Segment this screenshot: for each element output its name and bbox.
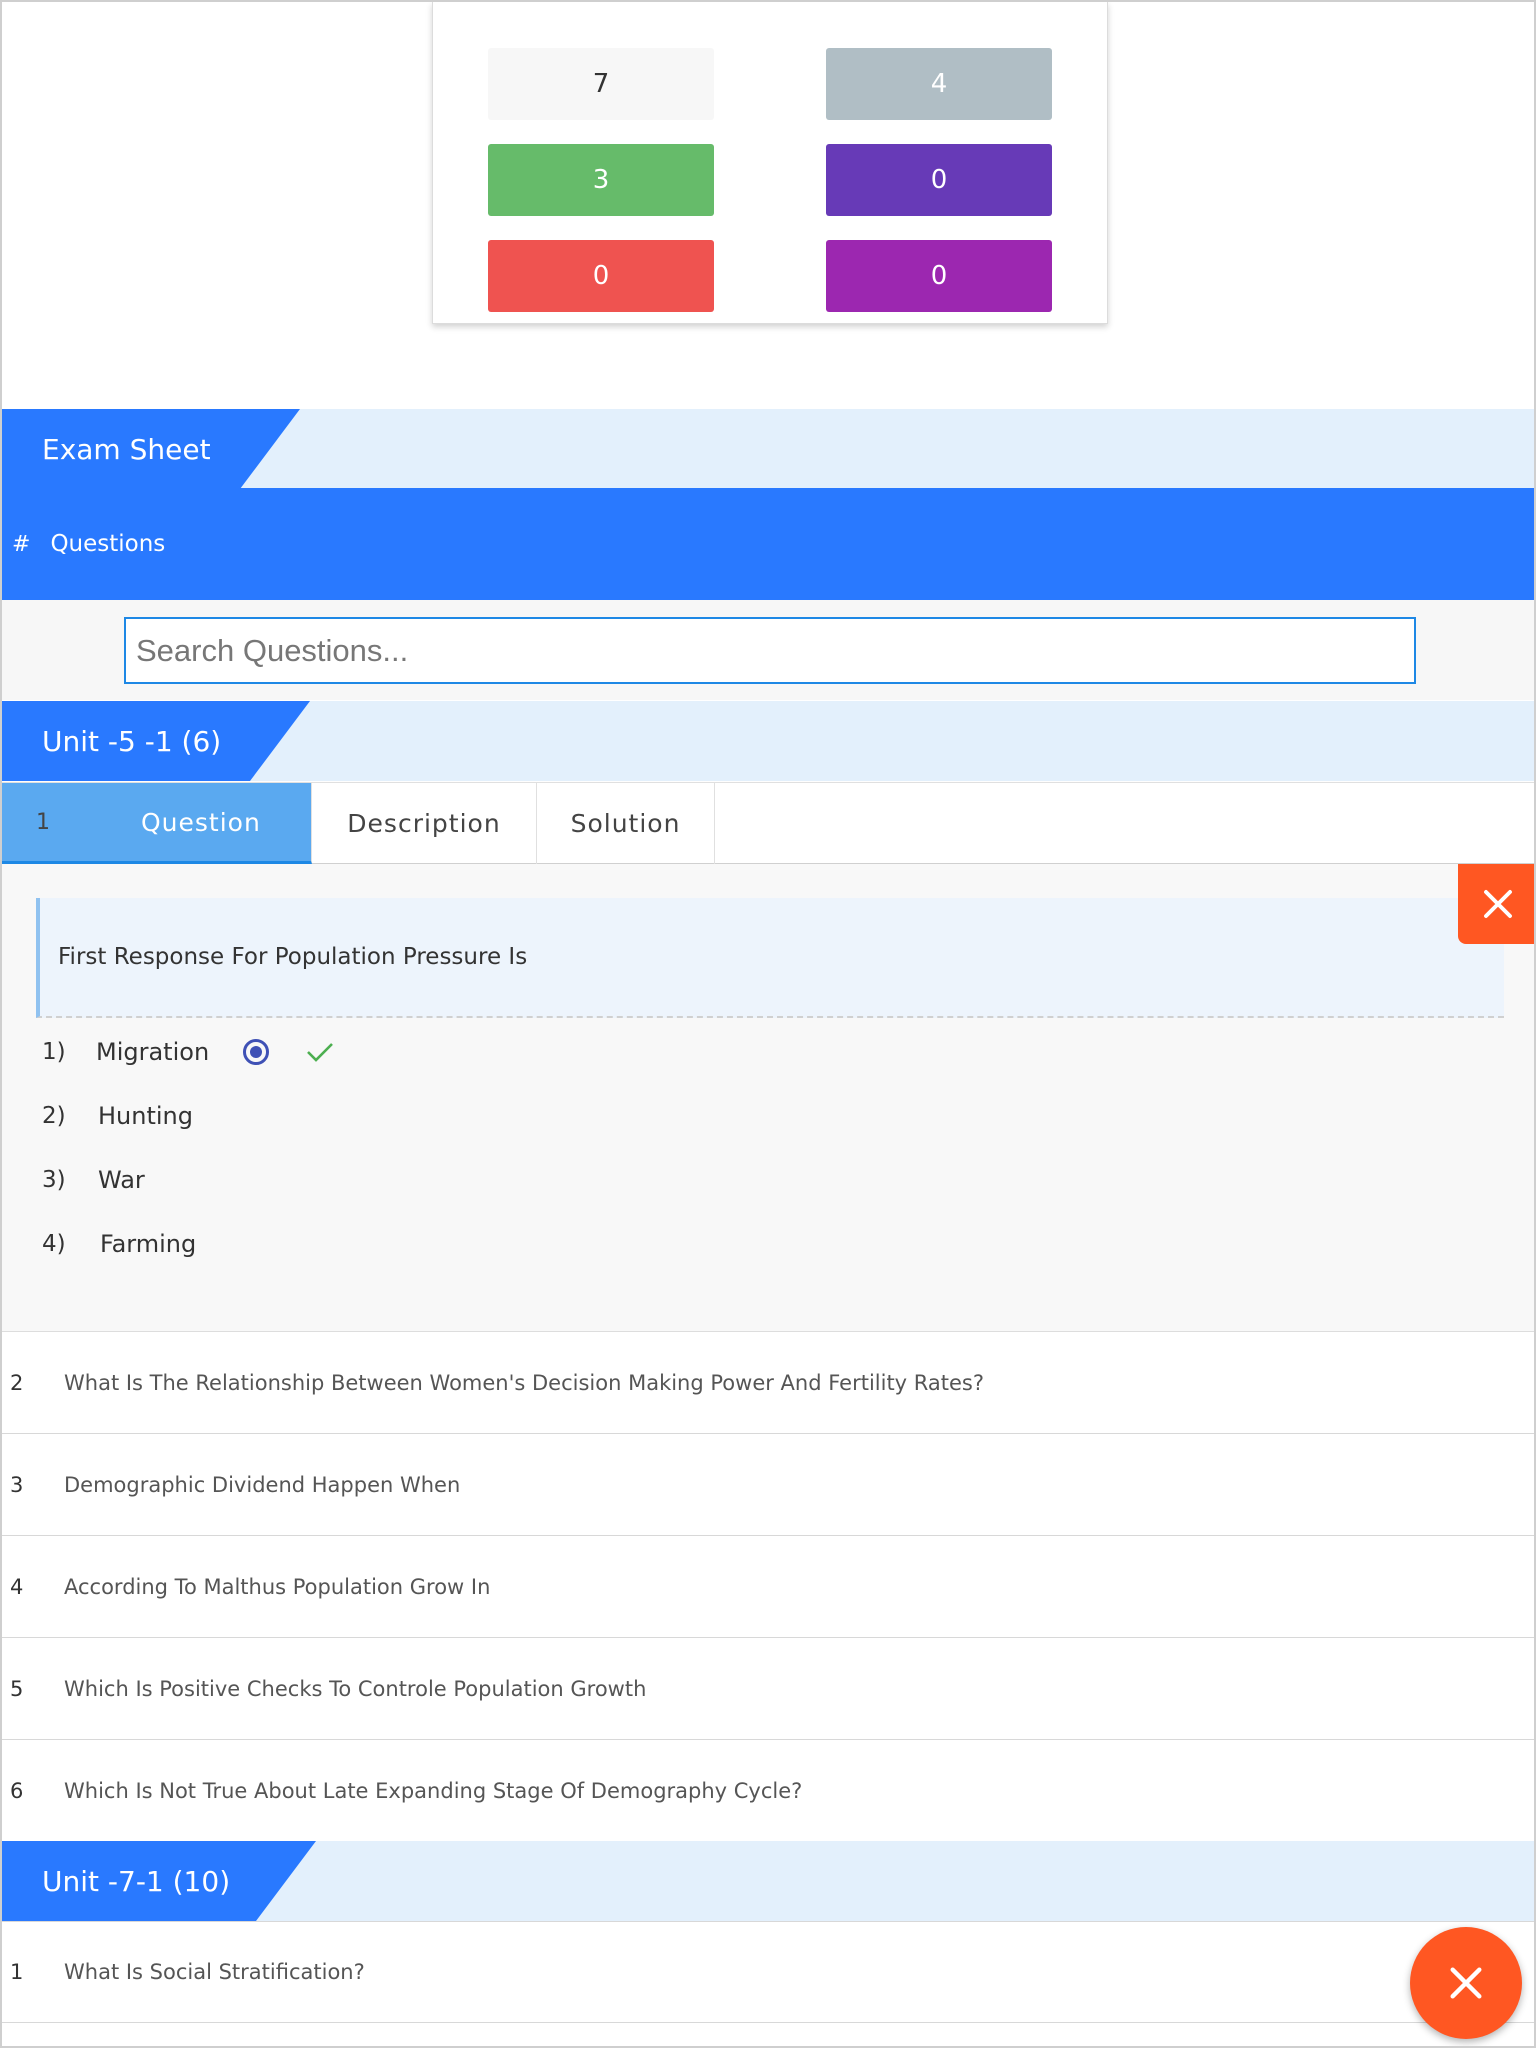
option-number: 1) [42,1039,66,1065]
tab-question[interactable]: 1 Question [2,783,312,864]
option-text: War [98,1166,145,1194]
stat-answered-marked: 0 [826,240,1052,312]
stat-not-answered: 0 [488,240,714,312]
questions-label: Questions [50,531,166,557]
search-input[interactable] [124,617,1416,684]
stat-not-visited: 4 [826,48,1052,120]
tab-solution[interactable]: Solution [537,783,715,864]
option-3[interactable]: 3) War [42,1166,145,1194]
question-row[interactable]: 5 Which Is Positive Checks To Controle P… [2,1638,1534,1740]
close-icon [1484,890,1512,918]
close-question-button[interactable] [1458,864,1534,944]
question-row-number: 4 [10,1574,24,1599]
stats-card: 7 4 3 0 0 0 [432,2,1108,324]
question-row-number: 1 [10,1960,24,1984]
check-icon [307,1043,334,1062]
question-row-number: 6 [10,1779,24,1803]
question-row-number: 3 [10,1472,24,1497]
option-number: 2) [42,1103,66,1129]
option-text: Farming [100,1230,197,1258]
question-row-text: According To Malthus Population Grow In [64,1574,491,1599]
question-row-text: What Is The Relationship Between Women's… [64,1370,985,1395]
questions-bar: # Questions [2,488,1534,600]
question-row[interactable]: 6 Which Is Not True About Late Expanding… [2,1740,1534,1842]
close-icon [1450,1967,1482,1999]
question-panel: First Response For Population Pressure I… [2,864,1534,1332]
question-number: 1 [36,809,51,835]
close-fab-button[interactable] [1410,1927,1522,2039]
option-4[interactable]: 4) Farming [42,1230,196,1258]
question-row-text: Demographic Dividend Happen When [64,1472,461,1497]
radio-selected-icon[interactable] [243,1039,270,1065]
option-number: 4) [42,1231,66,1257]
exam-sheet-title: Exam Sheet [2,409,300,489]
question-row[interactable]: 4 According To Malthus Population Grow I… [2,1536,1534,1638]
question-text: First Response For Population Pressure I… [36,898,1504,1018]
question-tabs: 1 Question Description Solution [2,782,1534,864]
hash-label: # [12,531,31,557]
question-row-number: 2 [10,1370,24,1395]
option-text: Hunting [98,1102,193,1130]
question-row-text: Which Is Positive Checks To Controle Pop… [64,1676,647,1701]
option-text: Migration [96,1038,210,1066]
unit-title: Unit -7-1 (10) [2,1841,316,1921]
option-2[interactable]: 2) Hunting [42,1102,193,1130]
option-number: 3) [42,1167,66,1193]
stat-total: 7 [488,48,714,120]
question-row[interactable]: 3 Demographic Dividend Happen When [2,1434,1534,1536]
question-row-number: 5 [10,1676,24,1701]
unit-header: Unit -7-1 (10) [2,1841,1534,1921]
question-row-text: What Is Social Stratification? [64,1960,365,1984]
unit-header: Unit -5 -1 (6) [2,701,1534,781]
stat-answered: 3 [488,144,714,216]
option-1[interactable]: 1) Migration [42,1038,335,1066]
exam-sheet-header: Exam Sheet [2,409,1534,489]
stat-marked-review: 0 [826,144,1052,216]
question-row[interactable]: 1 What Is Social Stratification? [2,1921,1534,2023]
question-row-text: Which Is Not True About Late Expanding S… [64,1779,803,1803]
page-frame: 7 4 3 0 0 0 Exam Sheet # Questions Unit … [0,0,1536,2048]
search-wrap [2,600,1534,700]
question-row[interactable]: 2 What Is The Relationship Between Women… [2,1332,1534,1434]
tab-question-label: Question [141,807,261,837]
unit-title: Unit -5 -1 (6) [2,701,310,781]
tab-description[interactable]: Description [312,783,537,864]
